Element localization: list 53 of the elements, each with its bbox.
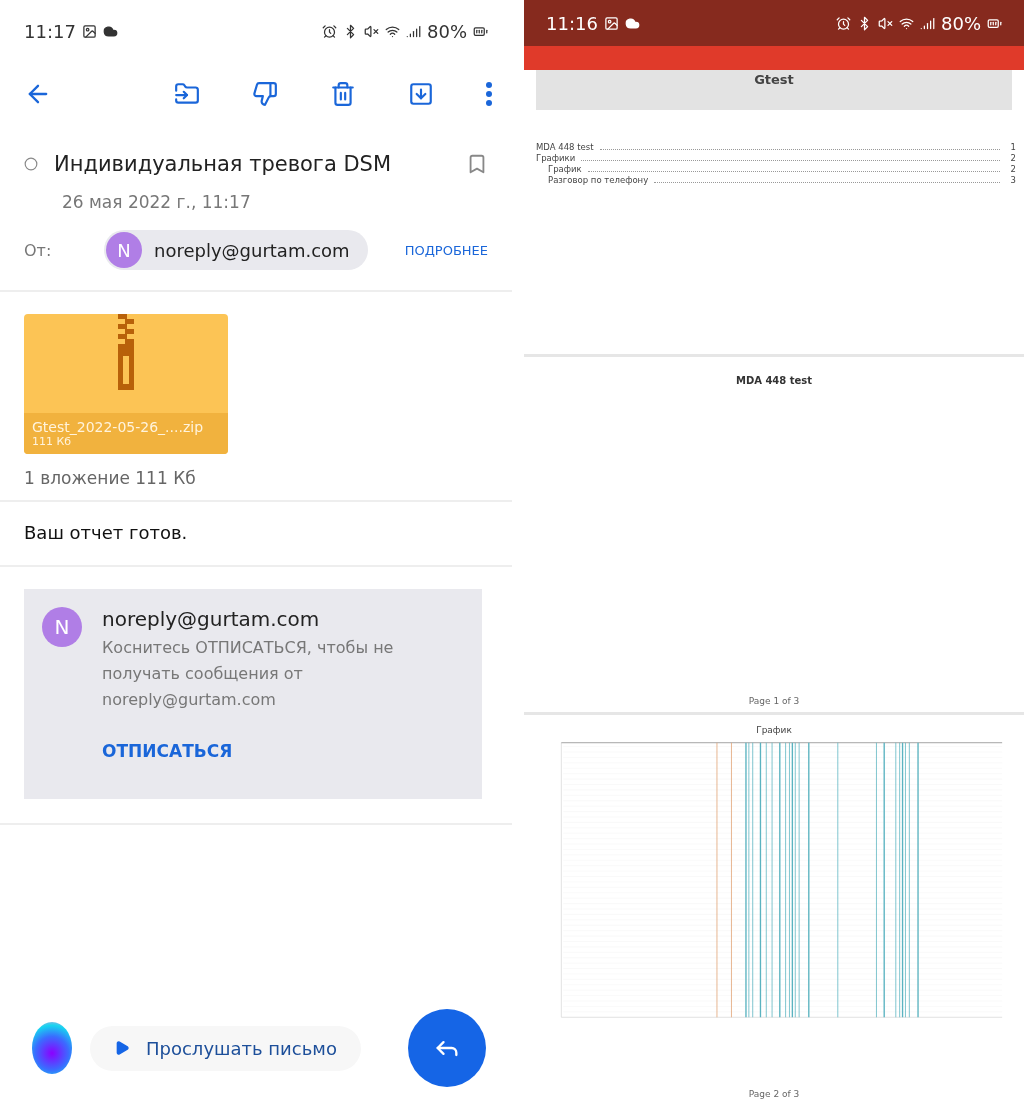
circle-icon xyxy=(24,157,38,171)
battery-percent: 80% xyxy=(427,20,467,42)
unsubscribe-link[interactable]: ОТПИСАТЬСЯ xyxy=(102,741,402,761)
image-icon xyxy=(81,23,97,39)
chart-title: График xyxy=(756,725,792,735)
cloud-icon xyxy=(102,23,118,39)
unsubscribe-text: Коснитесь ОТПИСАТЬСЯ, чтобы не получать сообщения от noreply@gurtam.com xyxy=(102,637,395,711)
play-icon xyxy=(114,1040,130,1056)
mute-icon xyxy=(878,15,893,31)
sender-avatar: N xyxy=(106,232,142,268)
document-title: Gtest xyxy=(754,72,794,87)
card-sender: noreply@gurtam.com xyxy=(102,607,321,631)
toc-page-number: 1 xyxy=(1009,142,1016,153)
wifi-icon xyxy=(899,15,914,31)
battery-percent: 80% xyxy=(941,12,981,34)
toc-entry-title[interactable]: MDA 448 test xyxy=(536,142,594,153)
toc-entry-title[interactable]: Графики xyxy=(536,153,576,164)
mute-icon xyxy=(364,23,379,39)
more-options-icon xyxy=(486,82,492,106)
attachment-size: 111 Кб xyxy=(32,435,73,448)
sender-chip[interactable]: N noreply@gurtam.com xyxy=(104,230,368,270)
wifi-icon xyxy=(385,23,400,39)
details-link[interactable]: ПОДРОБНЕЕ xyxy=(404,242,488,258)
assistant-orb-icon[interactable] xyxy=(32,1022,72,1074)
listen-button[interactable]: Прослушать письмо xyxy=(90,1025,361,1071)
page-footer: Page 2 of 3 xyxy=(748,1089,800,1099)
signal-icon xyxy=(920,15,935,31)
signal-icon xyxy=(406,23,421,39)
status-time: 11:16 xyxy=(546,12,598,34)
alarm-icon xyxy=(836,15,851,31)
email-subject: Индивидуальная тревога DSM xyxy=(54,152,393,176)
page-heading: MDA 448 test xyxy=(735,375,813,386)
from-label: От: xyxy=(24,240,53,260)
toc-page-number: 3 xyxy=(1009,175,1016,186)
toc-entry-title[interactable]: Разговор по телефону xyxy=(548,175,649,186)
folder-icon xyxy=(174,81,200,107)
toc-page-number: 2 xyxy=(1009,164,1016,175)
alarm-icon xyxy=(322,23,337,39)
status-time: 11:17 xyxy=(24,20,76,42)
trash-icon xyxy=(330,81,356,107)
attachment-name: Gtest_2022-05-26_....zip xyxy=(32,419,205,435)
email-body: Ваш отчет готов. xyxy=(23,521,189,545)
email-date: 26 мая 2022 г., 11:17 xyxy=(61,191,252,212)
toc-entry-title[interactable]: График xyxy=(548,164,582,175)
cloud-icon xyxy=(624,15,640,31)
thumbs-down-icon xyxy=(252,81,278,107)
toc-page-number: 2 xyxy=(1009,153,1016,164)
attachments-summary: 1 вложение 111 Кб xyxy=(24,467,197,488)
sender-avatar: N xyxy=(42,607,82,647)
sender-address: noreply@gurtam.com xyxy=(154,239,350,261)
page-footer: Page 1 of 3 xyxy=(748,696,800,706)
image-icon xyxy=(603,15,619,31)
download-icon xyxy=(408,81,434,107)
